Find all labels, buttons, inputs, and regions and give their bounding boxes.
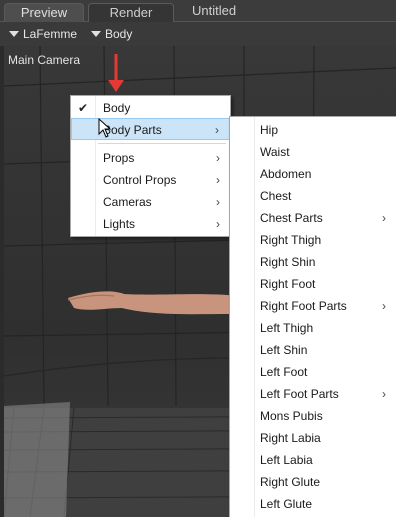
submenu-item-chest[interactable]: Chest [230, 185, 396, 207]
submenu-item-right-labia[interactable]: Right Labia [230, 427, 396, 449]
chevron-right-icon: › [382, 299, 386, 313]
submenu-item-label: Abdomen [260, 167, 312, 181]
menu-item-label: Cameras [103, 195, 152, 209]
chevron-right-icon: › [216, 217, 220, 231]
submenu-item-right-foot[interactable]: Right Foot [230, 273, 396, 295]
chevron-right-icon: › [216, 195, 220, 209]
red-arrow-icon [108, 54, 124, 92]
submenu-item-right-thigh[interactable]: Right Thigh [230, 229, 396, 251]
submenu-item-label: Left Thigh [260, 321, 314, 335]
context-menu: ✔ Body Body Parts › Props › Control Prop… [70, 95, 231, 237]
submenu-item-left-foot-parts[interactable]: Left Foot Parts › [230, 383, 396, 405]
document-title: Untitled [192, 3, 237, 18]
submenu-item-label: Chest [260, 189, 292, 203]
submenu-item-label: Waist [260, 145, 290, 159]
chevron-right-icon: › [216, 151, 220, 165]
chevron-right-icon: › [382, 387, 386, 401]
submenu-item-left-thigh[interactable]: Left Thigh [230, 317, 396, 339]
menu-separator [98, 143, 226, 144]
submenu-item-label: Right Labia [260, 431, 321, 445]
submenu-item-label: Mons Pubis [260, 409, 323, 423]
tab-preview[interactable]: Preview [4, 3, 84, 22]
figure-dropdown-label: LaFemme [23, 27, 78, 41]
submenu-item-right-foot-parts[interactable]: Right Foot Parts › [230, 295, 396, 317]
submenu-item-right-glute[interactable]: Right Glute [230, 471, 396, 493]
submenu-item-label: Left Foot [260, 365, 308, 379]
submenu-item-label: Right Thigh [260, 233, 322, 247]
figure-dropdown[interactable]: LaFemme [9, 26, 77, 42]
menu-item-cameras[interactable]: Cameras › [71, 191, 230, 213]
menu-item-control-props[interactable]: Control Props › [71, 169, 230, 191]
tab-render[interactable]: Render [88, 3, 174, 22]
viewport-toolbar: LaFemme Body [0, 22, 396, 46]
submenu-item-label: Left Glute [260, 497, 313, 511]
triangle-down-icon [91, 31, 101, 37]
submenu-item-mons-pubis[interactable]: Mons Pubis [230, 405, 396, 427]
submenu-item-right-shin[interactable]: Right Shin [230, 251, 396, 273]
menu-item-body[interactable]: ✔ Body [71, 97, 230, 119]
chevron-right-icon: › [382, 211, 386, 225]
submenu-item-label: Right Shin [260, 255, 316, 269]
triangle-down-icon [9, 31, 19, 37]
submenu-item-left-foot[interactable]: Left Foot [230, 361, 396, 383]
menu-item-label: Body [103, 101, 131, 115]
submenu-item-label: Hip [260, 123, 279, 137]
submenu-item-label: Left Shin [260, 343, 308, 357]
submenu-item-left-glute[interactable]: Left Glute [230, 493, 396, 515]
chevron-right-icon: › [216, 173, 220, 187]
node-dropdown-label: Body [105, 27, 133, 41]
submenu-item-label: Chest Parts [260, 211, 323, 225]
menu-item-label: Lights [103, 217, 136, 231]
submenu-item-hip[interactable]: Hip [230, 119, 396, 141]
submenu-item-left-shin[interactable]: Left Shin [230, 339, 396, 361]
menu-item-lights[interactable]: Lights › [71, 213, 230, 235]
body-parts-submenu: Hip Waist Abdomen Chest Chest Parts › Rig… [229, 116, 396, 517]
submenu-item-abdomen[interactable]: Abdomen [230, 163, 396, 185]
menu-item-label: Control Props [103, 173, 177, 187]
submenu-item-chest-parts[interactable]: Chest Parts › [230, 207, 396, 229]
submenu-item-label: Right Foot [260, 277, 316, 291]
submenu-item-label: Left Labia [260, 453, 313, 467]
submenu-item-label: Right Foot Parts [260, 299, 347, 313]
check-icon: ✔ [78, 101, 89, 115]
submenu-item-label: Right Glute [260, 475, 321, 489]
node-dropdown[interactable]: Body [91, 26, 132, 42]
submenu-item-label: Left Foot Parts [260, 387, 339, 401]
menu-item-body-parts[interactable]: Body Parts › [71, 118, 230, 140]
tab-bar: Preview Render Untitled [0, 0, 396, 22]
menu-item-label: Props [103, 151, 135, 165]
chevron-right-icon: › [215, 123, 219, 137]
submenu-item-left-labia[interactable]: Left Labia [230, 449, 396, 471]
submenu-item-waist[interactable]: Waist [230, 141, 396, 163]
camera-label: Main Camera [8, 53, 81, 67]
mouse-pointer-icon [98, 118, 112, 138]
menu-item-props[interactable]: Props › [71, 147, 230, 169]
